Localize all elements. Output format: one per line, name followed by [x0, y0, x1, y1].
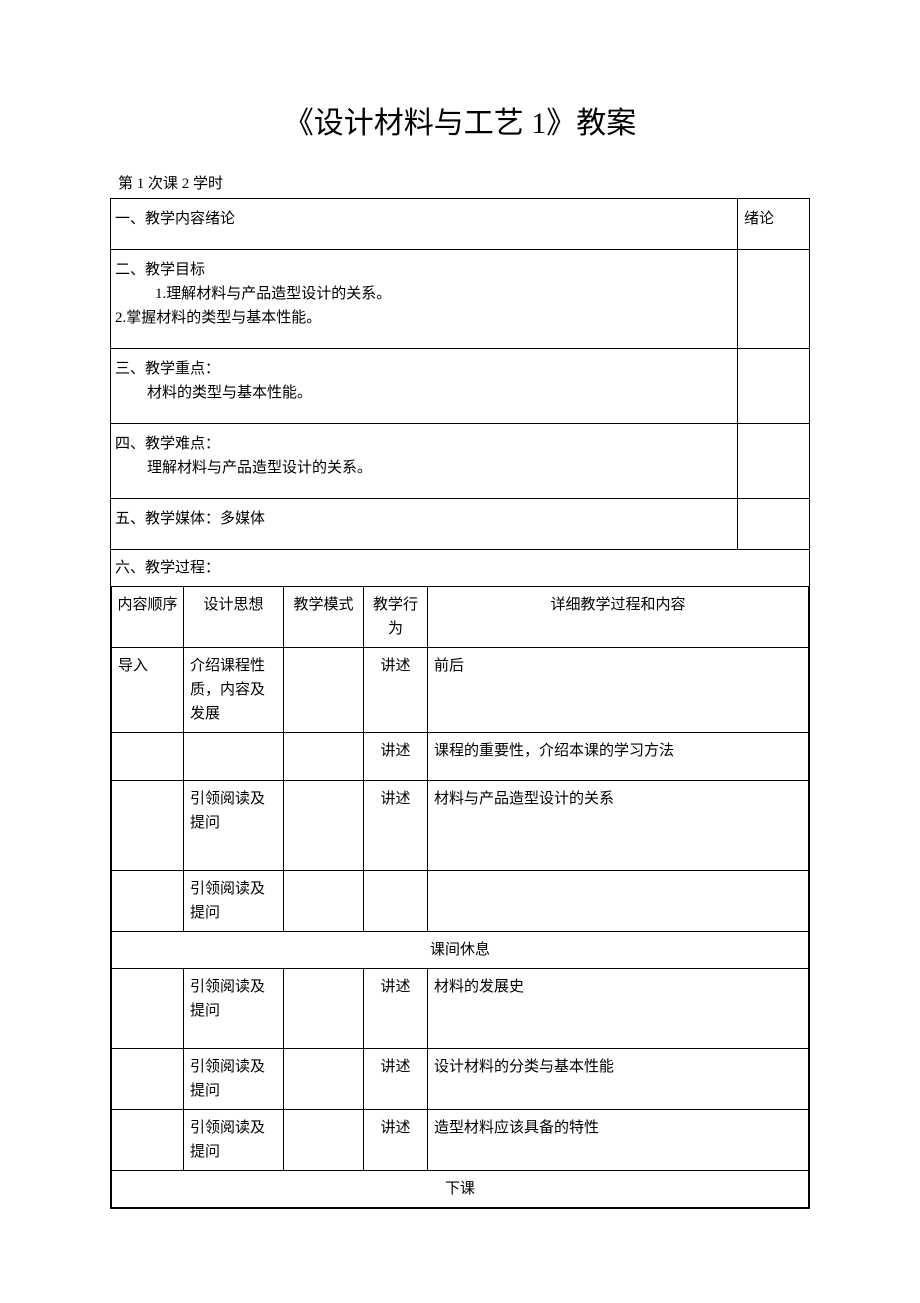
cell-mode	[284, 871, 364, 932]
cell-mode	[284, 648, 364, 733]
end-row: 下课	[112, 1171, 809, 1208]
cell-detail: 材料与产品造型设计的关系	[428, 781, 809, 871]
cell-action: 讲述	[364, 733, 428, 781]
section-2-line2: 2.掌握材料的类型与基本性能。	[115, 306, 733, 330]
header-thought: 设计思想	[184, 587, 284, 648]
section-6-heading: 六、教学过程：	[111, 550, 810, 587]
cell-action	[364, 871, 428, 932]
table-row: 引领阅读及提问 讲述 造型材料应该具备的特性	[112, 1110, 809, 1171]
header-detail: 详细教学过程和内容	[428, 587, 809, 648]
main-table: 一、教学内容绪论 绪论 二、教学目标 1.理解材料与产品造型设计的关系。 2.掌…	[110, 198, 810, 1209]
cell-thought: 引领阅读及提问	[184, 1049, 284, 1110]
section-3-heading: 三、教学重点：	[115, 357, 733, 381]
cell-detail	[428, 871, 809, 932]
cell-mode	[284, 781, 364, 871]
process-header-row: 内容顺序 设计思想 教学模式 教学行为 详细教学过程和内容	[112, 587, 809, 648]
cell-detail: 前后	[428, 648, 809, 733]
cell-detail: 设计材料的分类与基本性能	[428, 1049, 809, 1110]
section-4-heading: 四、教学难点：	[115, 432, 733, 456]
cell-thought: 介绍课程性质，内容及发展	[184, 648, 284, 733]
cell-action: 讲述	[364, 969, 428, 1049]
cell-seq	[112, 969, 184, 1049]
page-title: 《设计材料与工艺 1》教案	[110, 100, 810, 148]
cell-thought: 引领阅读及提问	[184, 781, 284, 871]
cell-mode	[284, 1110, 364, 1171]
section-1-side: 绪论	[738, 199, 810, 250]
cell-thought	[184, 733, 284, 781]
cell-action: 讲述	[364, 781, 428, 871]
cell-action: 讲述	[364, 1049, 428, 1110]
section-4: 四、教学难点： 理解材料与产品造型设计的关系。	[111, 424, 738, 499]
table-row: 导入 介绍课程性质，内容及发展 讲述 前后	[112, 648, 809, 733]
cell-mode	[284, 1049, 364, 1110]
cell-thought: 引领阅读及提问	[184, 969, 284, 1049]
cell-seq	[112, 733, 184, 781]
section-5-heading: 五、教学媒体：多媒体	[115, 507, 733, 531]
cell-detail: 课程的重要性，介绍本课的学习方法	[428, 733, 809, 781]
cell-thought: 引领阅读及提问	[184, 1110, 284, 1171]
cell-seq	[112, 1049, 184, 1110]
cell-action: 讲述	[364, 648, 428, 733]
section-2: 二、教学目标 1.理解材料与产品造型设计的关系。 2.掌握材料的类型与基本性能。	[111, 250, 738, 349]
section-5-side	[738, 499, 810, 550]
table-row: 引领阅读及提问 讲述 设计材料的分类与基本性能	[112, 1049, 809, 1110]
cell-detail: 材料的发展史	[428, 969, 809, 1049]
section-3-line1: 材料的类型与基本性能。	[115, 381, 733, 405]
cell-seq: 导入	[112, 648, 184, 733]
section-2-heading: 二、教学目标	[115, 258, 733, 282]
process-table: 内容顺序 设计思想 教学模式 教学行为 详细教学过程和内容 导入 介绍课程性质，…	[111, 586, 809, 1208]
table-row: 讲述 课程的重要性，介绍本课的学习方法	[112, 733, 809, 781]
section-2-line1: 1.理解材料与产品造型设计的关系。	[115, 282, 733, 306]
section-3-side	[738, 349, 810, 424]
section-2-side	[738, 250, 810, 349]
break-label: 课间休息	[112, 932, 809, 969]
table-row: 引领阅读及提问	[112, 871, 809, 932]
section-4-line1: 理解材料与产品造型设计的关系。	[115, 456, 733, 480]
cell-seq	[112, 1110, 184, 1171]
header-mode: 教学模式	[284, 587, 364, 648]
section-1-heading: 一、教学内容绪论	[115, 207, 733, 231]
end-label: 下课	[112, 1171, 809, 1208]
cell-mode	[284, 969, 364, 1049]
header-action: 教学行为	[364, 587, 428, 648]
cell-detail: 造型材料应该具备的特性	[428, 1110, 809, 1171]
header-seq: 内容顺序	[112, 587, 184, 648]
cell-action: 讲述	[364, 1110, 428, 1171]
cell-mode	[284, 733, 364, 781]
section-5: 五、教学媒体：多媒体	[111, 499, 738, 550]
table-row: 引领阅读及提问 讲述 材料与产品造型设计的关系	[112, 781, 809, 871]
table-row: 引领阅读及提问 讲述 材料的发展史	[112, 969, 809, 1049]
section-3: 三、教学重点： 材料的类型与基本性能。	[111, 349, 738, 424]
cell-seq	[112, 871, 184, 932]
break-row: 课间休息	[112, 932, 809, 969]
cell-seq	[112, 781, 184, 871]
cell-thought: 引领阅读及提问	[184, 871, 284, 932]
section-4-side	[738, 424, 810, 499]
session-info: 第 1 次课 2 学时	[110, 172, 810, 196]
section-content: 一、教学内容绪论	[111, 199, 738, 250]
